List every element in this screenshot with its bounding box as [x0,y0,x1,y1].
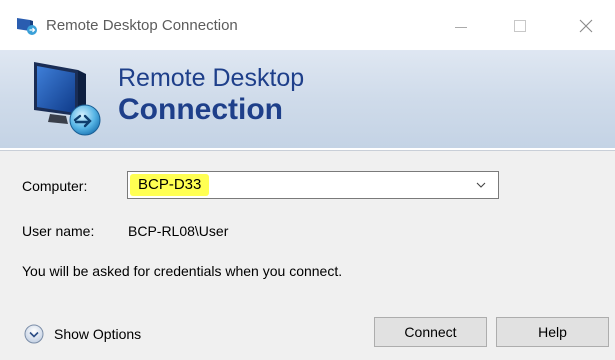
computer-input[interactable]: BCP-D33 [130,174,210,196]
maximize-button[interactable] [497,10,543,42]
maximize-icon [514,20,526,32]
close-icon [579,19,593,33]
rdp-window: Remote Desktop Connection Remote Desktop… [0,0,615,360]
show-options-toggle[interactable]: Show Options [24,323,141,345]
close-button[interactable] [563,10,609,42]
minimize-button[interactable] [438,10,484,42]
title-bar[interactable]: Remote Desktop Connection [0,0,615,50]
banner-divider-shadow [0,150,615,151]
user-name-value: BCP-RL08\User [128,223,229,239]
connect-button[interactable]: Connect [374,317,487,347]
help-button[interactable]: Help [496,317,609,347]
show-options-label[interactable]: Show Options [54,326,141,342]
banner-title-line2: Connection [118,93,283,126]
user-name-label: User name: [22,223,95,239]
banner-title-line1: Remote Desktop [118,64,305,92]
chevron-down-icon[interactable] [476,180,486,190]
rdp-app-icon [17,18,37,35]
computer-combobox[interactable]: BCP-D33 [127,171,499,199]
window-title: Remote Desktop Connection [46,17,238,34]
expand-options-icon[interactable] [24,324,44,344]
minimize-icon [455,26,467,28]
computer-label: Computer: [22,178,88,194]
credentials-info-text: You will be asked for credentials when y… [22,263,343,279]
rdp-monitor-icon [34,62,101,136]
